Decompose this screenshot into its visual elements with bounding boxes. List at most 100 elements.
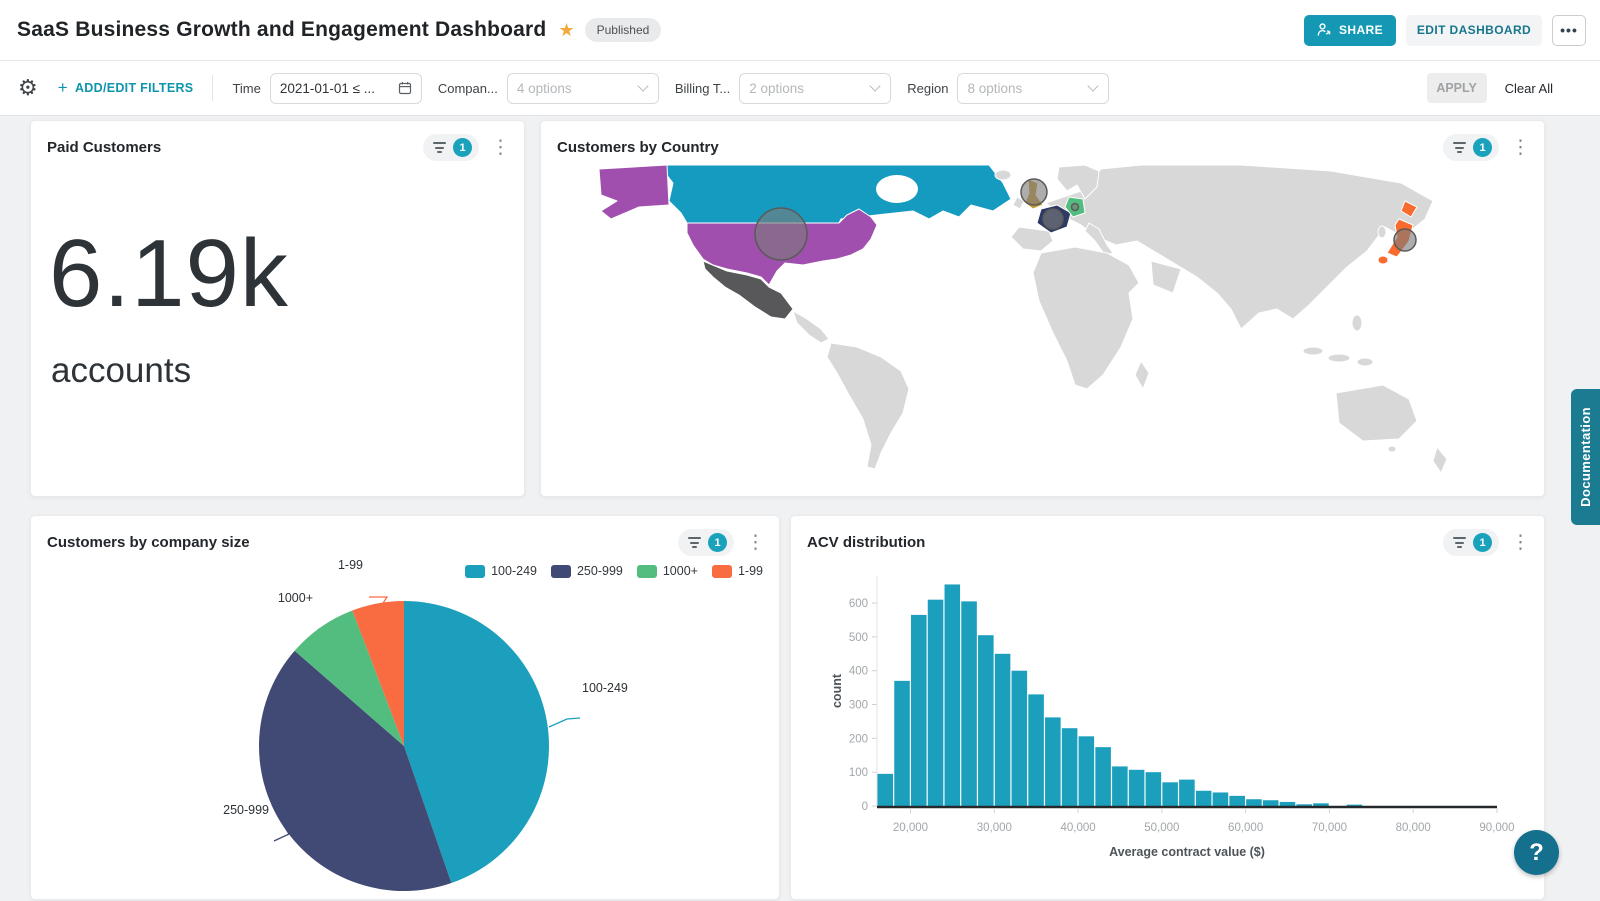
svg-text:100: 100: [849, 767, 868, 779]
kebab-menu-icon[interactable]: ⋮: [1511, 533, 1530, 552]
card-title: Paid Customers: [47, 139, 161, 156]
widget-filter-chip[interactable]: 1: [1443, 529, 1499, 556]
pie-label-250-999: 250-999: [143, 803, 269, 817]
help-button[interactable]: ?: [1514, 830, 1559, 875]
edit-dashboard-button[interactable]: EDIT DASHBOARD: [1406, 15, 1542, 46]
hist-bar[interactable]: [1079, 736, 1095, 806]
add-edit-filters-button[interactable]: + ADD/EDIT FILTERS: [58, 78, 194, 98]
hist-bar[interactable]: [1028, 694, 1044, 806]
hist-bar[interactable]: [1196, 791, 1212, 806]
hist-bar[interactable]: [1012, 671, 1028, 806]
documentation-tab[interactable]: Documentation: [1571, 389, 1600, 525]
hist-bar[interactable]: [1146, 772, 1162, 806]
svg-text:40,000: 40,000: [1060, 822, 1095, 834]
kebab-menu-icon[interactable]: ⋮: [491, 138, 510, 157]
world-map[interactable]: [541, 161, 1544, 493]
hist-bar[interactable]: [911, 615, 927, 806]
filter-count-badge: 1: [1473, 138, 1492, 157]
hist-bar[interactable]: [928, 600, 944, 806]
hist-bar[interactable]: [1045, 717, 1061, 806]
hist-bar[interactable]: [1313, 803, 1329, 806]
bubble-germany[interactable]: [1072, 204, 1079, 211]
edit-dashboard-label: EDIT DASHBOARD: [1417, 23, 1531, 37]
tasmania: [1388, 446, 1396, 452]
hist-bar[interactable]: [1129, 770, 1145, 806]
hist-bar[interactable]: [1229, 796, 1245, 806]
apply-button[interactable]: APPLY: [1427, 73, 1487, 103]
ellipsis-icon: •••: [1560, 22, 1578, 38]
hist-xlabel: Average contract value ($): [1109, 845, 1265, 859]
country-japan-kyushu: [1378, 256, 1388, 264]
pie-label-1-99: 1-99: [301, 558, 363, 572]
hist-bar[interactable]: [1062, 728, 1078, 806]
region-filter-label: Region: [907, 81, 948, 96]
hist-bar[interactable]: [894, 681, 910, 806]
company-filter-label: Compan...: [438, 81, 498, 96]
region-filter-dropdown[interactable]: 8 options: [957, 73, 1109, 104]
pie-label-1000plus: 1000+: [211, 591, 313, 605]
indonesia-3: [1357, 358, 1373, 366]
share-button[interactable]: SHARE: [1304, 15, 1396, 46]
widget-filter-chip[interactable]: 1: [1443, 134, 1499, 161]
acv-distribution-card: ACV distribution 1 ⋮ 0100200300400500600…: [790, 515, 1545, 900]
hist-bar[interactable]: [1112, 766, 1128, 806]
svg-text:90,000: 90,000: [1479, 822, 1514, 834]
add-edit-filters-label: ADD/EDIT FILTERS: [75, 81, 193, 95]
pie-chart[interactable]: [31, 546, 781, 901]
hist-bar[interactable]: [1162, 782, 1178, 806]
widget-filter-chip[interactable]: 1: [423, 134, 479, 161]
svg-text:600: 600: [849, 598, 868, 610]
filter-group-region: Region 8 options: [907, 73, 1109, 104]
clear-all-button[interactable]: Clear All: [1505, 81, 1553, 96]
page-title: SaaS Business Growth and Engagement Dash…: [17, 18, 546, 42]
hist-bar[interactable]: [1263, 800, 1279, 806]
billing-filter-label: Billing T...: [675, 81, 730, 96]
hist-bar[interactable]: [995, 654, 1011, 806]
paid-customers-card: Paid Customers 1 ⋮ 6.19k accounts: [30, 120, 525, 497]
more-options-button[interactable]: •••: [1552, 15, 1586, 46]
filter-settings-gear-icon[interactable]: ⚙: [18, 75, 38, 101]
svg-text:30,000: 30,000: [977, 822, 1012, 834]
kebab-menu-icon[interactable]: ⋮: [1511, 138, 1530, 157]
funnel-filter-icon: [1453, 142, 1466, 153]
favorite-star-icon[interactable]: ★: [558, 20, 574, 41]
hist-bar[interactable]: [961, 601, 977, 806]
funnel-filter-icon: [433, 142, 446, 153]
hist-bar[interactable]: [1246, 799, 1262, 806]
indonesia-2: [1328, 354, 1350, 362]
question-mark-icon: ?: [1529, 839, 1544, 867]
hist-bar[interactable]: [945, 584, 961, 806]
chevron-down-icon: [1088, 80, 1099, 91]
hist-bar[interactable]: [1296, 804, 1312, 806]
time-filter-input[interactable]: 2021-01-01 ≤ ...: [270, 73, 422, 104]
svg-text:80,000: 80,000: [1396, 822, 1431, 834]
indonesia-1: [1303, 347, 1323, 355]
divider: [212, 75, 213, 101]
filter-count-badge: 1: [453, 138, 472, 157]
hist-bar[interactable]: [1179, 780, 1195, 806]
hist-bar[interactable]: [878, 774, 894, 806]
bubble-japan[interactable]: [1394, 229, 1416, 251]
hist-bar[interactable]: [1213, 792, 1229, 806]
svg-text:200: 200: [849, 733, 868, 745]
company-filter-dropdown[interactable]: 4 options: [507, 73, 659, 104]
filter-count-badge: 1: [1473, 533, 1492, 552]
hist-bar[interactable]: [1095, 747, 1111, 806]
svg-text:50,000: 50,000: [1144, 822, 1179, 834]
card-title: Customers by Country: [557, 139, 719, 156]
billing-filter-dropdown[interactable]: 2 options: [739, 73, 891, 104]
bubble-france[interactable]: [1043, 209, 1063, 229]
billing-filter-value: 2 options: [749, 81, 865, 96]
documentation-tab-label: Documentation: [1578, 407, 1593, 507]
pie-label-100-249: 100-249: [582, 681, 662, 695]
hist-bar[interactable]: [1280, 802, 1296, 806]
histogram-chart[interactable]: 010020030040050060020,00030,00040,00050,…: [829, 564, 1529, 874]
bubble-united-kingdom[interactable]: [1021, 179, 1047, 205]
calendar-icon: [398, 81, 412, 95]
card-title: ACV distribution: [807, 534, 925, 551]
hist-bar[interactable]: [978, 635, 994, 806]
hist-bar[interactable]: [1347, 805, 1363, 806]
svg-text:0: 0: [862, 801, 868, 813]
svg-text:60,000: 60,000: [1228, 822, 1263, 834]
bubble-united-states[interactable]: [755, 208, 807, 260]
